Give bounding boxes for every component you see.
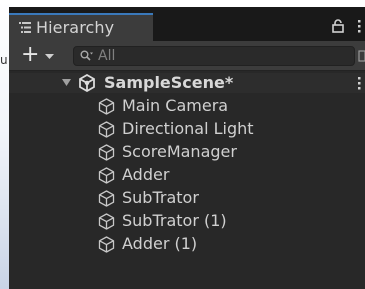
cube-icon [98,98,115,115]
tab-hierarchy[interactable]: Hierarchy [9,13,153,41]
cube-icon [98,190,115,207]
hierarchy-toolbar: + [9,41,365,71]
list-item[interactable]: Directional Light [9,118,365,140]
list-item[interactable]: Main Camera [9,95,365,117]
list-item[interactable]: Adder [9,164,365,186]
list-item[interactable]: Adder (1) [9,233,365,255]
lock-icon[interactable] [332,19,344,33]
create-button[interactable]: + [21,44,39,66]
list-item-label: ScoreManager [122,142,237,161]
search-icon [80,50,93,61]
list-item-label: Directional Light [122,119,254,138]
list-item-label: Adder (1) [122,234,198,253]
search-input[interactable] [98,47,348,65]
list-item[interactable]: SubTrator (1) [9,210,365,232]
kebab-menu-icon[interactable] [357,19,361,33]
chevron-down-icon[interactable] [45,54,54,59]
cube-icon [98,213,115,230]
hierarchy-tree: SampleScene* Main Camera Directional Lig… [9,71,365,289]
list-item-label: Main Camera [122,96,229,115]
cube-icon [98,236,115,253]
cube-icon [98,121,115,138]
cube-icon [98,144,115,161]
filter-icon[interactable] [358,50,365,62]
list-item[interactable]: SubTrator [9,187,365,209]
kebab-menu-icon[interactable] [357,76,361,90]
cube-icon [98,167,115,184]
hierarchy-window: Hierarchy + All SampleScene* Main Camera… [9,7,365,289]
scene-name: SampleScene* [104,73,234,92]
hierarchy-list-icon [19,22,31,33]
search-field[interactable] [73,46,355,66]
tab-title: Hierarchy [36,18,115,37]
scene-row[interactable]: SampleScene* [9,73,365,93]
list-item-label: Adder [122,165,170,184]
fold-arrow-icon[interactable] [62,79,71,87]
list-item-label: SubTrator (1) [122,211,227,230]
list-item[interactable]: ScoreManager [9,141,365,163]
unity-scene-icon [79,74,95,92]
tab-bar: Hierarchy [9,7,365,41]
list-item-label: SubTrator [122,188,199,207]
